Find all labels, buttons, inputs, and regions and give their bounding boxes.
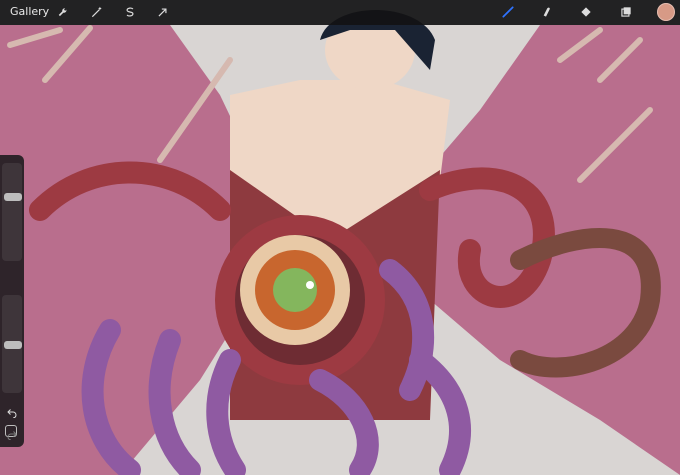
top-toolbar: Gallery: [0, 0, 680, 25]
opacity-slider[interactable]: [2, 295, 22, 393]
transform-button[interactable]: [153, 3, 173, 23]
brush-icon: [501, 4, 515, 23]
gallery-button[interactable]: Gallery: [10, 5, 49, 19]
magic-wand-icon: [90, 4, 104, 23]
layers-button[interactable]: [616, 3, 636, 23]
wrench-icon: [57, 4, 71, 23]
redo-button[interactable]: [4, 427, 20, 441]
arrow-icon: [156, 4, 170, 23]
brush-tool-button[interactable]: [498, 3, 518, 23]
left-sidebar: [0, 155, 24, 447]
color-swatch-button[interactable]: [657, 3, 675, 21]
smudge-icon: [539, 4, 553, 23]
artwork-canvas[interactable]: [0, 0, 680, 475]
eraser-icon: [579, 4, 593, 23]
layers-icon: [619, 4, 633, 23]
brush-size-handle[interactable]: [4, 193, 22, 201]
undo-icon: [6, 403, 18, 422]
selection-icon: [123, 4, 137, 23]
redo-icon: [6, 425, 18, 444]
eraser-tool-button[interactable]: [576, 3, 596, 23]
actions-button[interactable]: [54, 3, 74, 23]
selection-button[interactable]: [120, 3, 140, 23]
adjustments-button[interactable]: [87, 3, 107, 23]
smudge-tool-button[interactable]: [536, 3, 556, 23]
brush-size-slider[interactable]: [2, 163, 22, 261]
undo-button[interactable]: [4, 405, 20, 419]
opacity-handle[interactable]: [4, 341, 22, 349]
